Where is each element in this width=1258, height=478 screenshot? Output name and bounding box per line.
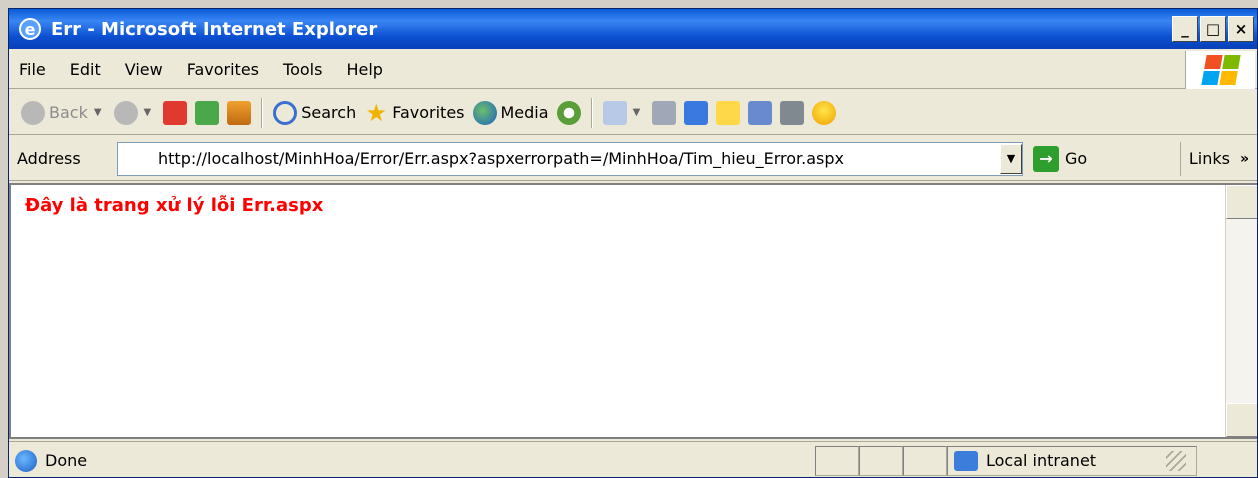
go-arrow-icon: → <box>1033 145 1059 172</box>
links-toolbar[interactable]: Links » <box>1179 141 1249 176</box>
star-icon: ★ <box>365 98 387 127</box>
messenger-icon <box>780 100 805 125</box>
edit-icon <box>684 100 709 125</box>
status-panel <box>815 445 859 476</box>
history-icon <box>556 100 581 125</box>
forward-dropdown-icon[interactable]: ▼ <box>144 107 152 118</box>
page-content: Đây là trang xử lý lỗi Err.aspx <box>9 183 1257 439</box>
page-icon <box>122 143 152 174</box>
home-icon <box>227 100 252 125</box>
history-button[interactable] <box>553 96 585 130</box>
go-label: Go <box>1065 149 1088 168</box>
back-button[interactable]: Back ▼ <box>17 96 110 130</box>
print-icon <box>652 100 677 125</box>
print-button[interactable] <box>648 96 680 130</box>
back-arrow-icon <box>21 100 45 125</box>
status-bar: Done Local intranet <box>9 441 1257 477</box>
status-text-panel: Done <box>9 446 815 476</box>
zone-text: Local intranet <box>986 451 1097 470</box>
scroll-down-button[interactable] <box>1226 403 1257 437</box>
mail-icon <box>602 100 627 125</box>
favorites-label: Favorites <box>392 103 465 122</box>
resize-grip-icon[interactable] <box>1166 450 1186 471</box>
menu-view[interactable]: View <box>113 60 175 79</box>
search-icon <box>273 100 298 125</box>
home-button[interactable] <box>223 96 255 130</box>
mail-dropdown-icon[interactable]: ▼ <box>633 107 641 118</box>
links-label: Links <box>1188 149 1230 168</box>
vertical-scrollbar[interactable] <box>1225 185 1257 437</box>
error-message: Đây là trang xử lý lỗi Err.aspx <box>25 195 324 216</box>
links-chevron-icon[interactable]: » <box>1240 151 1249 167</box>
stop-icon <box>163 100 188 125</box>
toolbar-separator <box>261 97 264 128</box>
menu-file[interactable]: File <box>9 60 58 79</box>
research-button[interactable] <box>744 96 776 130</box>
address-bar: Address http://localhost/MinhHoa/Error/E… <box>9 137 1257 181</box>
favorites-button[interactable]: ★ Favorites <box>360 96 468 130</box>
back-dropdown-icon[interactable]: ▼ <box>94 107 102 118</box>
back-label: Back <box>49 103 88 122</box>
edit-button[interactable] <box>680 96 712 130</box>
maximize-button[interactable]: □ <box>1200 16 1226 42</box>
menu-bar: File Edit View Favorites Tools Help <box>9 51 1257 89</box>
messenger-button[interactable] <box>776 96 808 130</box>
refresh-icon <box>195 100 220 125</box>
mail-button[interactable]: ▼ <box>599 96 649 130</box>
status-panel <box>859 445 903 476</box>
window-title: Err - Microsoft Internet Explorer <box>51 18 378 40</box>
status-panel <box>903 445 947 476</box>
title-bar: e Err - Microsoft Internet Explorer _ □ … <box>9 9 1257 49</box>
close-button[interactable]: × <box>1228 16 1254 42</box>
scroll-track[interactable] <box>1226 219 1257 403</box>
stop-button[interactable] <box>159 96 191 130</box>
zone-panel: Local intranet <box>947 445 1197 476</box>
ie-logo-icon: e <box>19 18 41 40</box>
search-label: Search <box>301 103 357 122</box>
browser-window: e Err - Microsoft Internet Explorer _ □ … <box>8 8 1258 478</box>
forward-arrow-icon <box>113 100 138 125</box>
search-button[interactable]: Search <box>269 96 360 130</box>
toolbar-separator <box>590 97 593 128</box>
menu-edit[interactable]: Edit <box>58 60 113 79</box>
window-controls: _ □ × <box>1172 16 1254 42</box>
standard-toolbar: Back ▼ ▼ Search ★ Favorites Media ▼ <box>9 91 1257 135</box>
local-intranet-icon <box>954 450 978 471</box>
emoticon-button[interactable] <box>808 96 840 130</box>
menu-favorites[interactable]: Favorites <box>175 60 271 79</box>
emoticon-icon <box>812 100 837 125</box>
discuss-button[interactable] <box>712 96 744 130</box>
menu-tools[interactable]: Tools <box>271 60 334 79</box>
research-icon <box>748 100 773 125</box>
minimize-button[interactable]: _ <box>1172 16 1198 42</box>
address-input[interactable]: http://localhost/MinhHoa/Error/Err.aspx?… <box>117 141 1023 176</box>
discuss-icon <box>716 100 741 125</box>
media-label: Media <box>500 103 549 122</box>
menu-help[interactable]: Help <box>334 60 394 79</box>
forward-button[interactable]: ▼ <box>110 96 160 130</box>
address-dropdown-icon[interactable]: ▼ <box>1000 143 1022 174</box>
ie-page-icon <box>15 449 37 472</box>
address-label: Address <box>17 149 81 168</box>
media-icon <box>472 100 497 125</box>
media-button[interactable]: Media <box>469 96 553 130</box>
address-url[interactable]: http://localhost/MinhHoa/Error/Err.aspx?… <box>158 149 1000 168</box>
go-button[interactable]: → Go <box>1033 145 1088 172</box>
svg-text:e: e <box>25 20 36 39</box>
scroll-up-button[interactable] <box>1226 185 1257 219</box>
status-text: Done <box>45 451 88 470</box>
windows-logo-icon <box>1185 51 1255 89</box>
refresh-button[interactable] <box>191 96 223 130</box>
